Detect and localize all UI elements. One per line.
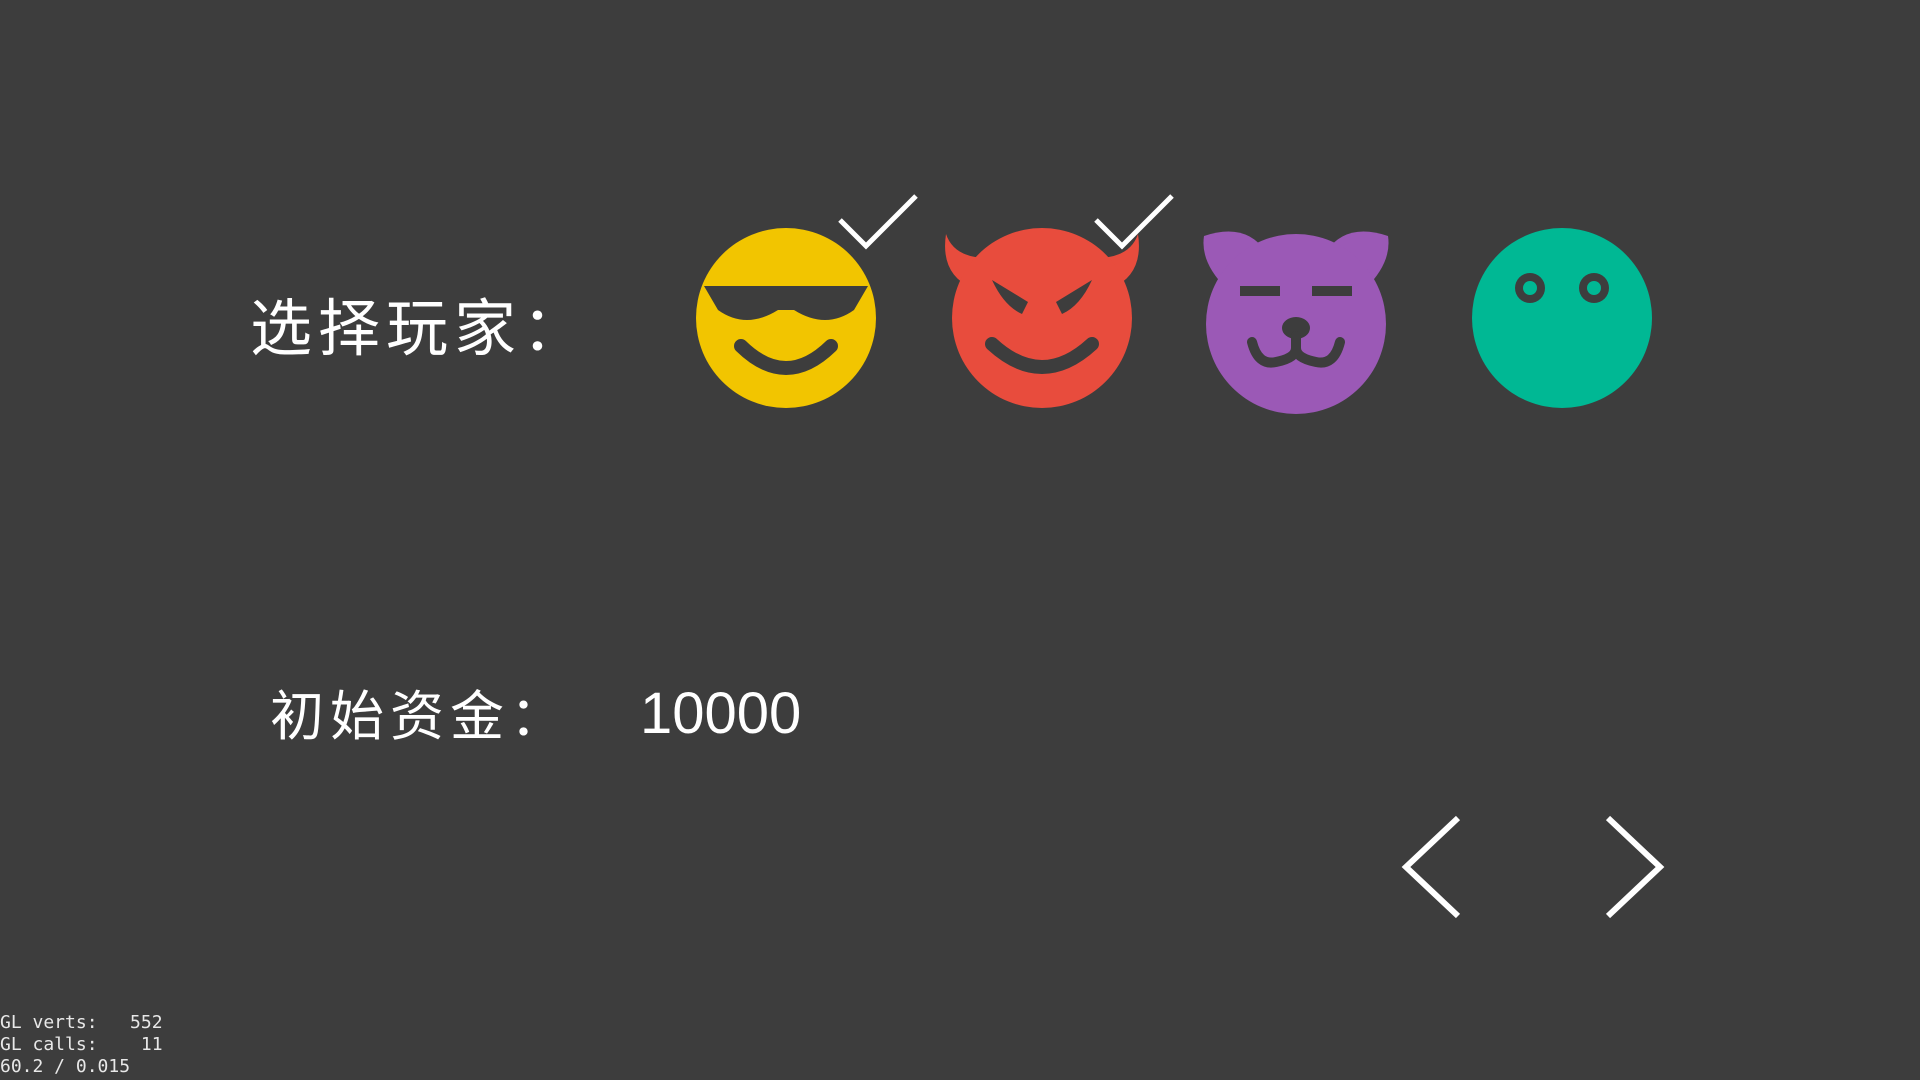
debug-fps: 60.2 / 0.015 bbox=[0, 1056, 131, 1077]
initial-funds-label: 初始资金： bbox=[270, 685, 570, 748]
selected-check-icon bbox=[1092, 194, 1176, 254]
debug-verts: GL verts: 552 bbox=[0, 1012, 163, 1033]
chevron-right-icon[interactable] bbox=[1598, 812, 1668, 922]
selected-check-icon bbox=[836, 194, 920, 254]
plain-green-face-icon[interactable] bbox=[1462, 218, 1662, 418]
game-screen: 选择玩家： 初始资金： 10000 GL verts: 552 GL calls… bbox=[0, 0, 1920, 1080]
debug-stats: GL verts: 552 GL calls: 11 60.2 / 0.015 bbox=[0, 1012, 163, 1078]
chevron-left-icon[interactable] bbox=[1398, 812, 1468, 922]
avatar-purple-svg bbox=[1203, 231, 1389, 414]
debug-calls: GL calls: 11 bbox=[0, 1034, 163, 1055]
avatar-green-svg bbox=[1472, 228, 1652, 408]
select-player-label: 选择玩家： bbox=[250, 292, 591, 365]
bear-face-icon[interactable] bbox=[1196, 218, 1396, 418]
initial-funds-value[interactable]: 10000 bbox=[640, 680, 801, 747]
